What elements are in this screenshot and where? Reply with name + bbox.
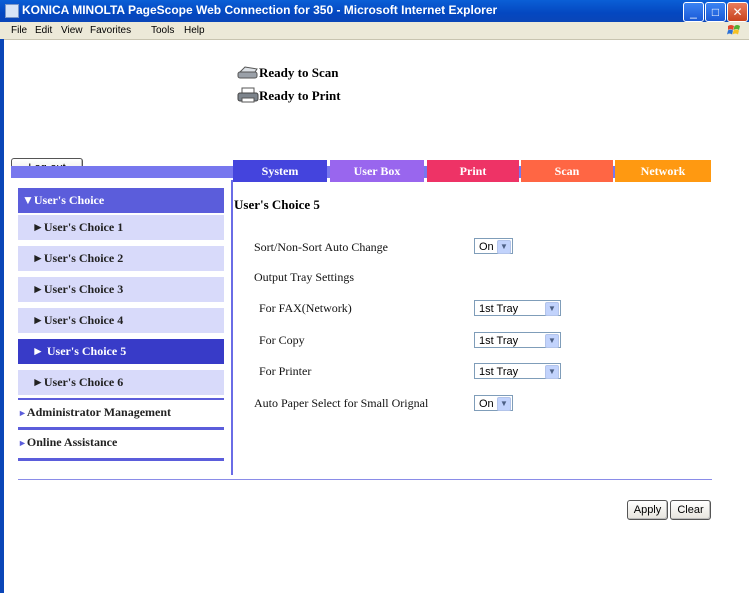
tab-scan[interactable]: Scan (521, 160, 613, 182)
windows-flag-icon (727, 25, 740, 35)
output-tray-settings-label: Output Tray Settings (254, 270, 355, 284)
nav-item-label: ►User's Choice 1 (32, 220, 124, 234)
select-value: 1st Tray (479, 335, 519, 347)
tab-network[interactable]: Network (615, 160, 711, 182)
title-bar: KONICA MINOLTA PageScope Web Connection … (0, 0, 749, 22)
sort-auto-change-select[interactable]: On ▼ (474, 238, 513, 254)
ie-window-icon (5, 4, 19, 18)
menu-bar: File Edit View Favorites Tools Help (0, 22, 749, 40)
tab-user-box[interactable]: User Box (330, 160, 424, 182)
nav-online-assistance[interactable]: ►Online Assistance (18, 430, 224, 455)
nav-section-users-choice[interactable]: ▼User's Choice (18, 188, 224, 213)
arrow-right-icon: ► (18, 408, 27, 418)
nav-item-label: ►User's Choice 2 (32, 251, 124, 265)
nav-item-label: ►User's Choice 4 (32, 313, 124, 327)
nav-section-label: ▼User's Choice (22, 193, 105, 207)
fax-tray-select[interactable]: 1st Tray ▼ (474, 300, 561, 316)
bottom-divider (18, 479, 712, 480)
select-value: On (479, 398, 494, 410)
chevron-down-icon: ▼ (497, 397, 511, 411)
chevron-down-icon: ▼ (497, 240, 511, 254)
tab-print[interactable]: Print (427, 160, 519, 182)
close-button[interactable]: ✕ (727, 2, 748, 22)
nav-item-users-choice-4[interactable]: ►User's Choice 4 (18, 308, 224, 333)
auto-paper-select-select[interactable]: On ▼ (474, 395, 513, 411)
printer-tray-select[interactable]: 1st Tray ▼ (474, 363, 561, 379)
nav-item-users-choice-2[interactable]: ►User's Choice 2 (18, 246, 224, 271)
menu-favorites[interactable]: Favorites (90, 25, 131, 36)
nav-item-label: ►User's Choice 6 (32, 375, 124, 389)
minimize-button[interactable]: _ (683, 2, 704, 22)
select-value: 1st Tray (479, 303, 519, 315)
nav-item-users-choice-1[interactable]: ►User's Choice 1 (18, 215, 224, 240)
nav-item-label: Administrator Management (26, 405, 172, 419)
scanner-icon (237, 66, 258, 79)
nav-item-users-choice-3[interactable]: ►User's Choice 3 (18, 277, 224, 302)
auto-paper-select-label: Auto Paper Select for Small Orignal (254, 396, 429, 410)
arrow-right-icon: ► (18, 438, 27, 448)
nav-item-label: ► User's Choice 5 (32, 344, 127, 358)
nav-item-label: ►User's Choice 3 (32, 282, 124, 296)
menu-file[interactable]: File (11, 25, 27, 36)
tab-system[interactable]: System (233, 160, 327, 182)
menu-tools[interactable]: Tools (151, 25, 174, 36)
copy-label: For Copy (259, 333, 305, 347)
scan-status: Ready to Scan (259, 65, 339, 80)
menu-help[interactable]: Help (184, 25, 205, 36)
nav-item-label: Online Assistance (26, 435, 118, 449)
window-title: KONICA MINOLTA PageScope Web Connection … (22, 3, 498, 17)
maximize-button[interactable]: □ (705, 2, 726, 22)
nav-item-users-choice-6[interactable]: ►User's Choice 6 (18, 370, 224, 395)
print-status: Ready to Print (259, 88, 341, 103)
menu-edit[interactable]: Edit (35, 25, 52, 36)
nav-administrator-management[interactable]: ►Administrator Management (18, 400, 224, 425)
chevron-down-icon: ▼ (545, 334, 559, 348)
nav-item-users-choice-5[interactable]: ► User's Choice 5 (18, 339, 224, 364)
apply-button[interactable]: Apply (627, 500, 668, 520)
sort-auto-change-label: Sort/Non-Sort Auto Change (254, 240, 388, 254)
menu-view[interactable]: View (61, 25, 83, 36)
nav-separator (18, 458, 224, 461)
window-left-border (0, 39, 4, 593)
copy-tray-select[interactable]: 1st Tray ▼ (474, 332, 561, 348)
clear-button[interactable]: Clear (670, 500, 711, 520)
printer-icon (237, 87, 259, 103)
printer-label: For Printer (259, 364, 312, 378)
chevron-down-icon: ▼ (545, 365, 559, 379)
select-value: On (479, 241, 494, 253)
page-title: User's Choice 5 (234, 197, 320, 212)
select-value: 1st Tray (479, 366, 519, 378)
content-divider (231, 180, 233, 475)
fax-network-label: For FAX(Network) (259, 301, 352, 315)
chevron-down-icon: ▼ (545, 302, 559, 316)
